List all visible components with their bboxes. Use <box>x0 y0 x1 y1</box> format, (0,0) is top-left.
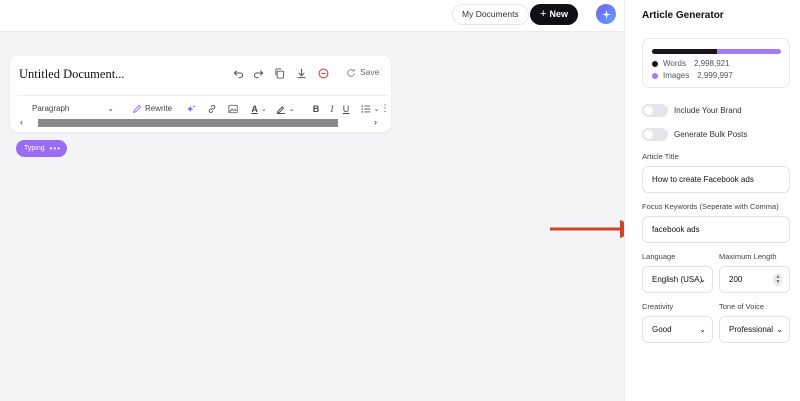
panel-title: Article Generator <box>642 10 724 21</box>
typing-dots: ••• <box>49 144 61 153</box>
creativity-select[interactable]: Good ⌄ <box>642 316 713 343</box>
chevron-down-icon: ⌄ <box>107 104 114 113</box>
include-brand-row: Include Your Brand <box>642 103 742 117</box>
images-dot-icon <box>652 72 658 79</box>
chevron-down-icon: ⌄ <box>699 275 706 284</box>
text-color-icon[interactable]: A ⌄ <box>248 100 270 117</box>
highlight-icon[interactable]: ⌄ <box>274 100 296 117</box>
undo-icon[interactable] <box>231 66 245 80</box>
images-value: 2,999,997 <box>697 71 733 80</box>
new-document-button[interactable]: + New <box>530 4 578 25</box>
language-value: English (USA) <box>652 275 703 284</box>
language-label: Language <box>642 252 676 261</box>
chevron-down-icon: ⌄ <box>699 325 706 334</box>
more-icon[interactable]: ⋮ <box>381 100 390 117</box>
download-icon[interactable] <box>294 66 308 80</box>
rewrite-button[interactable]: Rewrite <box>132 100 172 117</box>
words-value: 2,998,921 <box>693 59 730 68</box>
creativity-value: Good <box>652 325 672 334</box>
delete-icon[interactable] <box>316 66 330 80</box>
horizontal-scrollbar[interactable]: ‹ › <box>18 117 388 128</box>
scroll-right-icon[interactable]: › <box>374 117 377 127</box>
bold-icon[interactable]: B <box>311 100 321 117</box>
tone-of-voice-value: Professional <box>729 325 774 334</box>
tone-of-voice-label: Tone of Voice <box>719 302 765 311</box>
article-generator-panel: Article Generator Words 2,998,921 Images… <box>624 0 800 401</box>
refresh-icon <box>347 68 355 77</box>
scrollbar-thumb[interactable] <box>38 119 338 127</box>
max-length-input[interactable]: 200 ▲ ▼ <box>719 266 790 293</box>
usage-card: Words 2,998,921 Images 2,999,997 <box>642 38 790 88</box>
words-usage-row: Words 2,998,921 <box>652 59 730 68</box>
top-bar: My Documents + New <box>0 0 624 32</box>
chevron-down-icon: ⌄ <box>776 325 783 334</box>
max-length-value: 200 <box>729 275 743 284</box>
italic-icon[interactable]: I <box>327 100 337 117</box>
article-title-input[interactable]: How to create Facebook ads <box>642 166 790 193</box>
plus-icon: + <box>540 8 547 20</box>
paragraph-select-label: Paragraph <box>32 104 70 113</box>
typing-label: Typing <box>24 145 45 152</box>
focus-keywords-label: Focus Keywords (Seperate with Comma) <box>642 202 779 211</box>
redo-icon[interactable] <box>251 66 265 80</box>
tone-of-voice-select[interactable]: Professional ⌄ <box>719 316 790 343</box>
words-usage-fill <box>652 49 717 54</box>
include-brand-toggle[interactable] <box>642 103 668 117</box>
creativity-label: Creativity <box>642 302 674 311</box>
article-title-label: Article Title <box>642 152 679 161</box>
document-title[interactable]: Untitled Document... <box>19 67 125 82</box>
formatting-toolbar: Paragraph ⌄ Rewrite A ⌄ ⌄ B I U ⌄ ⋮ <box>18 95 390 117</box>
save-button[interactable]: Save <box>340 64 385 81</box>
save-label: Save <box>360 67 380 77</box>
list-icon[interactable]: ⌄ <box>360 100 380 117</box>
images-label: Images <box>663 71 690 80</box>
bulk-posts-toggle[interactable] <box>642 127 668 141</box>
words-label: Words <box>663 59 686 68</box>
link-icon[interactable] <box>206 100 218 117</box>
copy-icon[interactable] <box>272 66 286 80</box>
paragraph-select[interactable]: Paragraph ⌄ <box>26 100 116 117</box>
language-select[interactable]: English (USA) ⌄ <box>642 266 713 293</box>
bulk-posts-label: Generate Bulk Posts <box>674 129 748 139</box>
underline-icon[interactable]: U <box>341 100 351 117</box>
scroll-left-icon[interactable]: ‹ <box>20 117 23 127</box>
typing-indicator: Typing ••• <box>16 140 67 157</box>
image-icon[interactable] <box>227 100 239 117</box>
ai-sparkle-icon[interactable] <box>185 100 197 117</box>
new-button-label: New <box>549 9 568 19</box>
stepper-icon[interactable]: ▲ ▼ <box>773 273 783 286</box>
max-length-label: Maximum Length <box>719 252 777 261</box>
my-documents-button[interactable]: My Documents <box>452 4 529 25</box>
sparkle-icon[interactable] <box>596 4 616 24</box>
bulk-posts-row: Generate Bulk Posts <box>642 127 747 141</box>
pen-icon <box>133 104 142 113</box>
editor-card: Untitled Document... Save Paragraph ⌄ Re… <box>10 56 391 132</box>
images-usage-row: Images 2,999,997 <box>652 71 733 80</box>
rewrite-label: Rewrite <box>145 104 173 113</box>
words-dot-icon <box>652 60 658 67</box>
include-brand-label: Include Your Brand <box>674 105 742 115</box>
usage-progress-bar <box>652 49 781 54</box>
focus-keywords-input[interactable]: facebook ads <box>642 216 790 243</box>
